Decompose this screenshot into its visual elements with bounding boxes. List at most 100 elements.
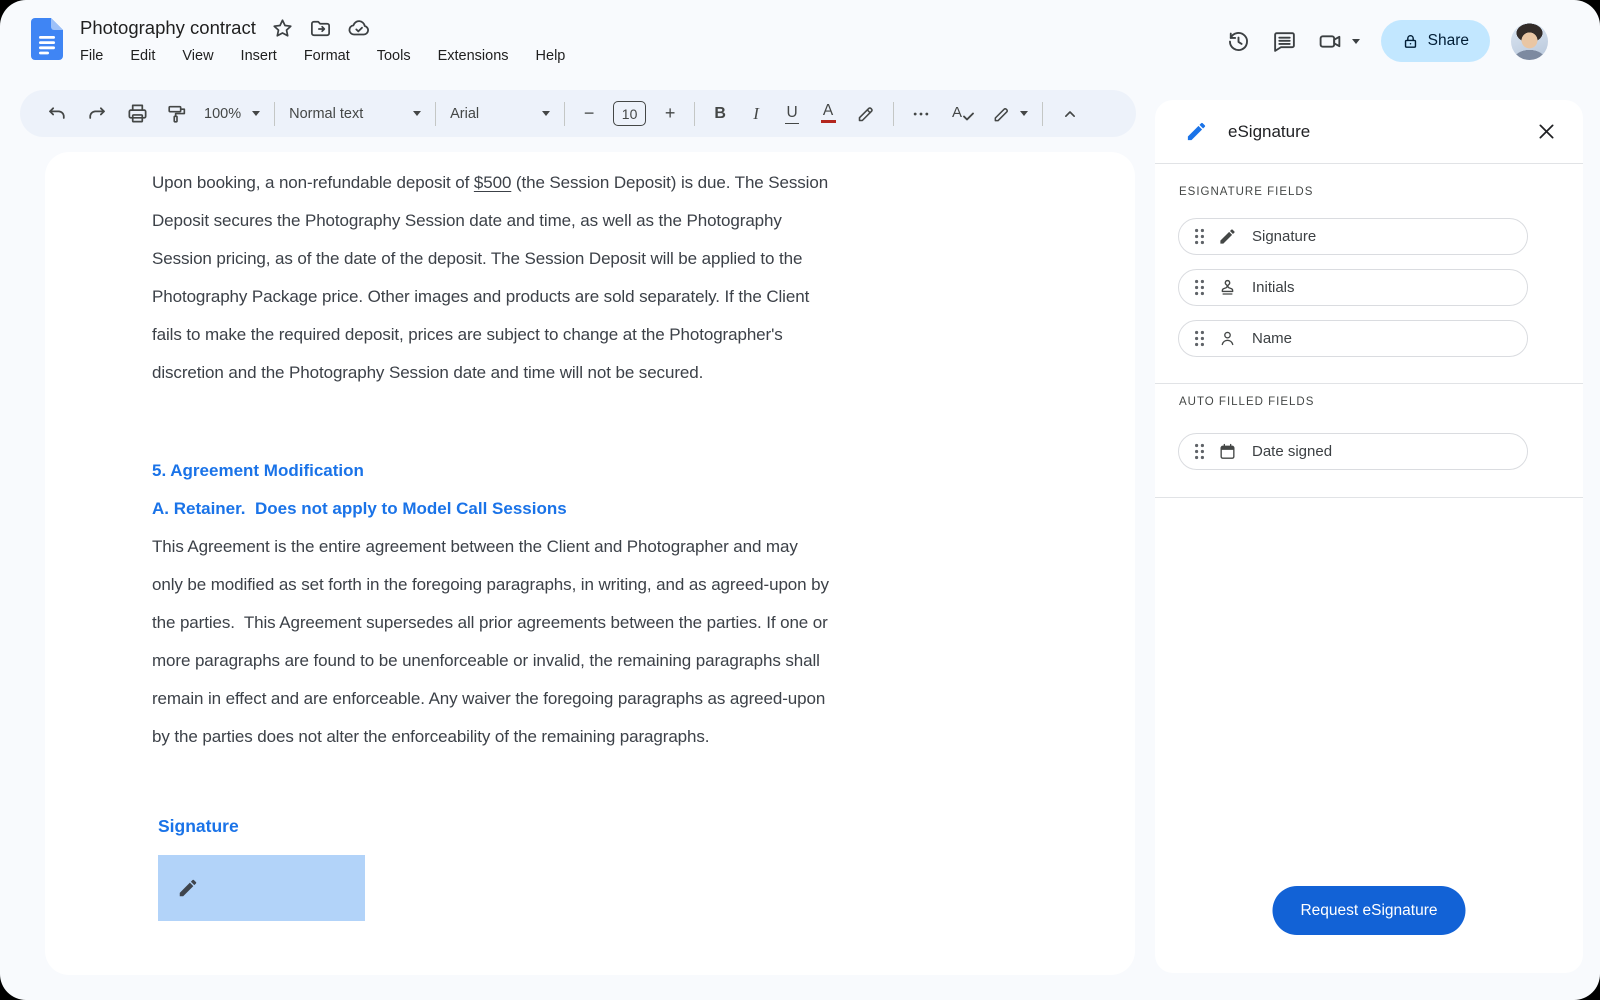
- section-label-esignature-fields: ESIGNATURE FIELDS: [1179, 186, 1314, 198]
- paragraph-line: by the parties does not alter the enforc…: [152, 727, 710, 746]
- text-color-button[interactable]: A: [817, 101, 839, 127]
- menu-item-format[interactable]: Format: [304, 48, 350, 64]
- text-color-swatch: [820, 119, 836, 123]
- account-avatar[interactable]: [1511, 22, 1548, 60]
- paragraph-line: Session pricing, as of the date of the d…: [152, 249, 803, 268]
- underline-button[interactable]: U: [781, 101, 803, 127]
- redo-icon[interactable]: [84, 101, 110, 127]
- undo-icon[interactable]: [44, 101, 70, 127]
- toolbar-separator: [435, 101, 437, 126]
- drag-handle-icon[interactable]: [1194, 443, 1205, 460]
- more-options-icon[interactable]: [908, 101, 934, 127]
- text-color-glyph: A: [822, 102, 834, 119]
- document-title[interactable]: Photography contract: [80, 17, 256, 39]
- drag-handle-icon[interactable]: [1194, 279, 1205, 296]
- name-person-icon: [1221, 331, 1234, 346]
- paragraph-line: Upon booking, a non-refundable deposit o…: [152, 164, 829, 202]
- pen-tool-select[interactable]: [992, 104, 1029, 124]
- toolbar-separator: [564, 101, 566, 126]
- menu-item-tools[interactable]: Tools: [377, 48, 411, 64]
- field-item-initials[interactable]: Initials: [1178, 269, 1528, 306]
- signature-field[interactable]: [158, 855, 365, 921]
- bold-button[interactable]: B: [709, 101, 731, 127]
- initials-stamp-icon: [1221, 279, 1234, 295]
- paragraph-line: remain in effect and are enforceable. An…: [152, 689, 826, 708]
- collapse-toolbar-icon[interactable]: [1057, 101, 1083, 127]
- toolbar-separator: [694, 101, 696, 126]
- toolbar-separator: [274, 101, 276, 126]
- zoom-select[interactable]: 100%: [204, 105, 261, 122]
- field-label: Date signed: [1252, 443, 1333, 460]
- menu-item-file[interactable]: File: [80, 48, 103, 64]
- subsection-heading: A. Retainer. Does not apply to Model Cal…: [152, 499, 567, 518]
- panel-divider: [1155, 163, 1583, 164]
- chevron-down-icon: [413, 111, 422, 116]
- paragraph-line: discretion and the Photography Session d…: [152, 363, 704, 382]
- document-page[interactable]: Upon booking, a non-refundable deposit o…: [45, 152, 1135, 975]
- menu-item-help[interactable]: Help: [536, 48, 566, 64]
- underline-glyph: U: [785, 104, 799, 124]
- close-panel-button[interactable]: [1536, 121, 1557, 142]
- paragraph-line: fails to make the required deposit, pric…: [152, 325, 783, 344]
- font-select[interactable]: Arial: [450, 105, 551, 122]
- menu-item-insert[interactable]: Insert: [241, 48, 277, 64]
- menu-item-view[interactable]: View: [182, 48, 213, 64]
- paragraph-line: Deposit secures the Photography Session …: [152, 211, 782, 230]
- lock-icon: [1402, 33, 1419, 50]
- move-folder-icon[interactable]: [309, 17, 332, 40]
- text-run: Upon booking, a non-refundable deposit o…: [152, 173, 474, 192]
- field-item-name[interactable]: Name: [1178, 320, 1528, 357]
- chevron-down-icon: [1020, 111, 1029, 116]
- signature-heading: Signature: [158, 816, 239, 836]
- svg-text:A: A: [952, 104, 962, 121]
- video-call-icon[interactable]: [1318, 29, 1343, 54]
- date-calendar-icon: [1220, 443, 1235, 459]
- font-size-input[interactable]: 10: [613, 101, 647, 126]
- spellcheck-icon[interactable]: A: [948, 101, 978, 127]
- section-label-auto-filled-fields: AUTO FILLED FIELDS: [1179, 396, 1315, 408]
- share-label: Share: [1427, 32, 1469, 49]
- italic-button[interactable]: I: [745, 101, 767, 127]
- decrease-font-size-button[interactable]: −: [579, 101, 599, 127]
- zoom-value: 100%: [204, 105, 242, 122]
- document-content: Upon booking, a non-refundable deposit o…: [152, 164, 829, 921]
- print-icon[interactable]: [124, 101, 150, 127]
- esignature-panel: eSignature ESIGNATURE FIELDS Signature I…: [1155, 100, 1583, 973]
- google-docs-logo-icon[interactable]: [31, 18, 63, 60]
- field-item-date-signed[interactable]: Date signed: [1178, 433, 1528, 470]
- version-history-icon[interactable]: [1226, 29, 1251, 54]
- menubar: File Edit View Insert Format Tools Exten…: [80, 48, 565, 64]
- underlined-amount: $500: [473, 173, 512, 192]
- chevron-down-icon: [252, 111, 261, 116]
- menu-item-edit[interactable]: Edit: [130, 48, 155, 64]
- share-button[interactable]: Share: [1380, 20, 1490, 62]
- chevron-down-icon: [542, 111, 551, 116]
- video-call-dropdown-icon[interactable]: [1351, 38, 1360, 44]
- paragraph-line: more paragraphs are found to be unenforc…: [152, 651, 820, 670]
- titlebar: Photography contract File Edit View Inse…: [0, 0, 1600, 90]
- paragraph-line: This Agreement is the entire agreement b…: [152, 537, 798, 556]
- panel-header: eSignature: [1155, 100, 1583, 163]
- close-icon: [1539, 124, 1554, 139]
- request-esignature-button[interactable]: Request eSignature: [1272, 886, 1466, 935]
- star-icon[interactable]: [271, 17, 294, 40]
- paint-format-icon[interactable]: [164, 101, 190, 127]
- paragraph-line: Photography Package price. Other images …: [152, 287, 810, 306]
- highlight-color-icon[interactable]: [853, 101, 879, 127]
- paragraph-line: the parties. This Agreement supersedes a…: [152, 613, 828, 632]
- paragraph-styles-select[interactable]: Normal text: [289, 105, 422, 122]
- font-value: Arial: [450, 105, 480, 122]
- field-label: Initials: [1252, 279, 1295, 296]
- signature-pen-icon: [1220, 229, 1235, 244]
- menu-item-extensions[interactable]: Extensions: [438, 48, 509, 64]
- esignature-pen-icon: [1187, 122, 1206, 141]
- drag-handle-icon[interactable]: [1194, 228, 1205, 245]
- comments-icon[interactable]: [1272, 29, 1297, 54]
- cloud-saved-icon[interactable]: [347, 16, 371, 40]
- styles-value: Normal text: [289, 105, 364, 122]
- field-item-signature[interactable]: Signature: [1178, 218, 1528, 255]
- panel-title: eSignature: [1228, 121, 1311, 141]
- drag-handle-icon[interactable]: [1194, 330, 1205, 347]
- increase-font-size-button[interactable]: +: [660, 101, 680, 127]
- toolbar-separator: [1042, 101, 1044, 126]
